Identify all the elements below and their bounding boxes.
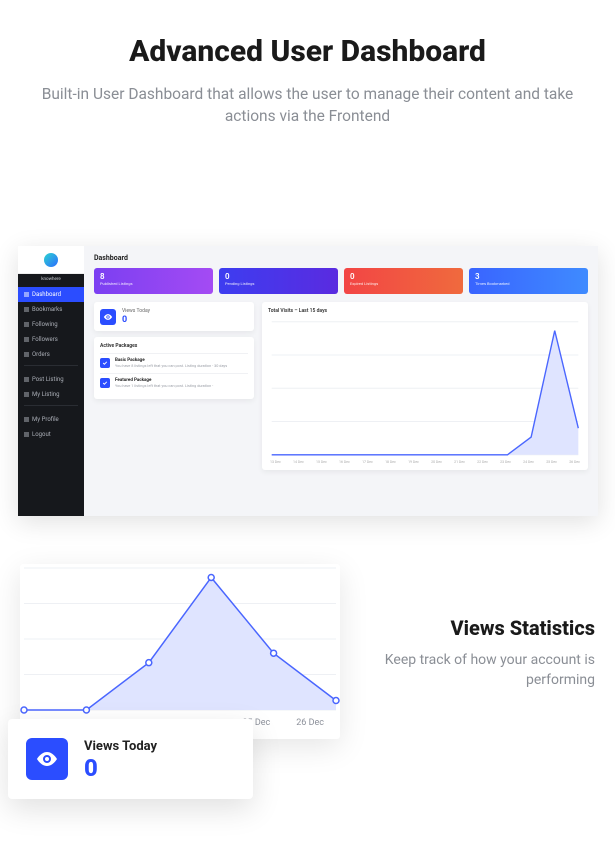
nav-icon bbox=[24, 322, 29, 327]
views-today-label: Views Today bbox=[84, 739, 157, 754]
sidebar-item-dashboard[interactable]: Dashboard bbox=[18, 287, 84, 302]
eye-icon bbox=[26, 738, 68, 780]
visits-chart bbox=[268, 318, 582, 459]
visits-chart-panel: Total Visits – Last 15 days 13 Dec 14 Dec… bbox=[262, 302, 588, 470]
views-trend-chart-card: 25 Dec26 Dec bbox=[20, 564, 340, 739]
x-tick: 15 Dec bbox=[316, 460, 327, 464]
views-today-card: Views Today 0 bbox=[8, 719, 253, 799]
x-tick: 24 Dec bbox=[523, 460, 534, 464]
stat-card-expired-listings[interactable]: 0Expired Listings bbox=[344, 268, 463, 294]
stat-card-times-bookmarked[interactable]: 3Times Bookmarked bbox=[469, 268, 588, 294]
views-trend-chart bbox=[20, 564, 340, 714]
x-tick: 26 Dec bbox=[296, 718, 324, 728]
sidebar-item-my-listing[interactable]: My Listing bbox=[18, 387, 84, 402]
sidebar-item-post-listing[interactable]: Post Listing bbox=[18, 372, 84, 387]
nav-label: Post Listing bbox=[32, 376, 64, 383]
sidebar-item-following[interactable]: Following bbox=[18, 317, 84, 332]
views-today-value: 0 bbox=[122, 315, 150, 325]
x-tick: 26 Dec bbox=[569, 460, 580, 464]
hero-subtitle: Built-in User Dashboard that allows the … bbox=[0, 83, 615, 128]
nav-label: My Listing bbox=[32, 391, 59, 398]
sidebar: knowhere Dashboard Bookmarks Following Foll… bbox=[18, 246, 84, 516]
logo-icon bbox=[44, 253, 58, 267]
stat-value: 0 bbox=[225, 272, 332, 281]
nav-icon bbox=[24, 417, 29, 422]
x-tick: 20 Dec bbox=[431, 460, 442, 464]
nav-icon bbox=[24, 352, 29, 357]
views-today-value: 0 bbox=[84, 756, 157, 780]
sidebar-item-bookmarks[interactable]: Bookmarks bbox=[18, 302, 84, 317]
sidebar-item-logout[interactable]: Logout bbox=[18, 427, 84, 442]
x-tick: 19 Dec bbox=[408, 460, 419, 464]
nav-label: Dashboard bbox=[32, 291, 61, 298]
stat-label: Published Listings bbox=[100, 281, 207, 286]
stat-card-published-listings[interactable]: 8Published Listings bbox=[94, 268, 213, 294]
x-tick: 14 Dec bbox=[293, 460, 304, 464]
check-icon bbox=[100, 358, 110, 368]
views-today-label: Views Today bbox=[122, 308, 150, 314]
stat-value: 0 bbox=[350, 272, 457, 281]
stat-label: Times Bookmarked bbox=[475, 281, 582, 286]
nav-label: Logout bbox=[32, 431, 51, 438]
nav-icon bbox=[24, 337, 29, 342]
stat-label: Expired Listings bbox=[350, 281, 457, 286]
nav-icon bbox=[24, 292, 29, 297]
nav-label: Bookmarks bbox=[32, 306, 62, 313]
x-tick: 25 Dec bbox=[546, 460, 557, 464]
x-tick: 22 Dec bbox=[477, 460, 488, 464]
package-item[interactable]: Basic PackageYou have 8 listings left th… bbox=[100, 353, 248, 373]
stat-value: 3 bbox=[475, 272, 582, 281]
nav-label: Followers bbox=[32, 336, 58, 343]
x-tick: 13 Dec bbox=[270, 460, 281, 464]
x-tick: 18 Dec bbox=[385, 460, 396, 464]
package-item[interactable]: Featured PackageYou have 1 listings left… bbox=[100, 373, 248, 393]
nav-label: Orders bbox=[32, 351, 50, 358]
feature-views-statistics: 25 Dec26 Dec Views Today 0 Views Statist… bbox=[0, 564, 615, 834]
x-tick: 17 Dec bbox=[362, 460, 373, 464]
sidebar-item-orders[interactable]: Orders bbox=[18, 347, 84, 362]
nav-icon bbox=[24, 307, 29, 312]
sidebar-item-my-profile[interactable]: My Profile bbox=[18, 412, 84, 427]
stat-label: Pending Listings bbox=[225, 281, 332, 286]
x-tick: 23 Dec bbox=[500, 460, 511, 464]
main-content: Dashboard 8Published Listings0Pending Li… bbox=[84, 246, 598, 516]
dashboard-window: knowhere Dashboard Bookmarks Following Foll… bbox=[18, 246, 598, 516]
package-desc: You have 8 listings left that you can po… bbox=[115, 364, 227, 369]
stat-card-pending-listings[interactable]: 0Pending Listings bbox=[219, 268, 338, 294]
x-tick: 16 Dec bbox=[339, 460, 350, 464]
views-today-panel: Views Today 0 bbox=[94, 302, 254, 331]
nav-label: My Profile bbox=[32, 416, 59, 423]
active-packages-panel: Active Packages Basic PackageYou have 8 … bbox=[94, 337, 254, 399]
check-icon bbox=[100, 378, 110, 388]
nav-label: Following bbox=[32, 321, 58, 328]
nav-icon bbox=[24, 392, 29, 397]
hero-title: Advanced User Dashboard bbox=[0, 34, 615, 69]
feature-subtitle: Keep track of how your account is perfor… bbox=[370, 650, 595, 691]
x-tick: 21 Dec bbox=[454, 460, 465, 464]
feature-title: Views Statistics bbox=[370, 616, 595, 640]
nav-icon bbox=[24, 377, 29, 382]
sidebar-item-followers[interactable]: Followers bbox=[18, 332, 84, 347]
nav-icon bbox=[24, 432, 29, 437]
logo[interactable] bbox=[18, 246, 84, 274]
stat-value: 8 bbox=[100, 272, 207, 281]
active-packages-title: Active Packages bbox=[100, 343, 248, 349]
page-title: Dashboard bbox=[94, 254, 588, 262]
package-desc: You have 1 listings left that you can po… bbox=[115, 384, 213, 389]
visits-chart-title: Total Visits – Last 15 days bbox=[268, 308, 582, 314]
visits-chart-xaxis: 13 Dec 14 Dec 15 Dec 16 Dec 17 Dec 18 Dec 19 D… bbox=[268, 460, 582, 464]
stat-cards-row: 8Published Listings0Pending Listings0Exp… bbox=[94, 268, 588, 294]
eye-icon bbox=[100, 309, 116, 325]
brand-name: knowhere bbox=[18, 274, 84, 287]
